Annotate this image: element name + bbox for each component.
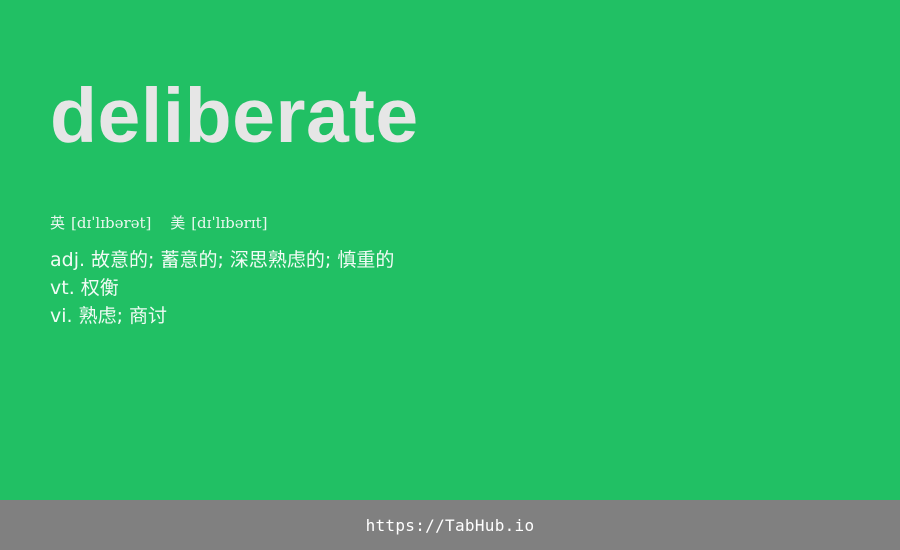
definition-item: adj. 故意的; 蓄意的; 深思熟虑的; 慎重的 bbox=[50, 246, 394, 274]
definition-pos: adj. bbox=[50, 249, 86, 271]
definition-pos: vt. bbox=[50, 277, 75, 299]
phonetic-uk-label: 英 bbox=[50, 214, 66, 232]
tabhub-link[interactable]: https://TabHub.io bbox=[366, 516, 535, 535]
phonetic-us-label: 美 bbox=[170, 214, 186, 232]
definition-item: vt. 权衡 bbox=[50, 274, 394, 302]
phonetic-uk-ipa: [dɪˈlɪbərət] bbox=[71, 214, 152, 232]
definition-meaning: 熟虑; 商讨 bbox=[78, 305, 168, 327]
footer-bar: https://TabHub.io bbox=[0, 500, 900, 550]
phonetics: 英 [dɪˈlɪbərət] 美 [dɪˈlɪbərɪt] bbox=[50, 212, 268, 234]
definitions-list: adj. 故意的; 蓄意的; 深思熟虑的; 慎重的 vt. 权衡 vi. 熟虑; 商讨 bbox=[50, 246, 394, 330]
definition-item: vi. 熟虑; 商讨 bbox=[50, 302, 394, 330]
word-card: deliberate 英 [dɪˈlɪbərət] 美 [dɪˈlɪbərɪt] a… bbox=[0, 0, 900, 500]
phonetic-us-ipa: [dɪˈlɪbərɪt] bbox=[191, 214, 268, 232]
phonetic-uk: 英 [dɪˈlɪbərət] bbox=[50, 214, 156, 232]
definition-meaning: 权衡 bbox=[80, 277, 119, 299]
word-title: deliberate bbox=[50, 73, 419, 159]
definition-pos: vi. bbox=[50, 305, 73, 327]
phonetic-us: 美 [dɪˈlɪbərɪt] bbox=[170, 214, 267, 232]
definition-meaning: 故意的; 蓄意的; 深思熟虑的; 慎重的 bbox=[91, 249, 395, 271]
